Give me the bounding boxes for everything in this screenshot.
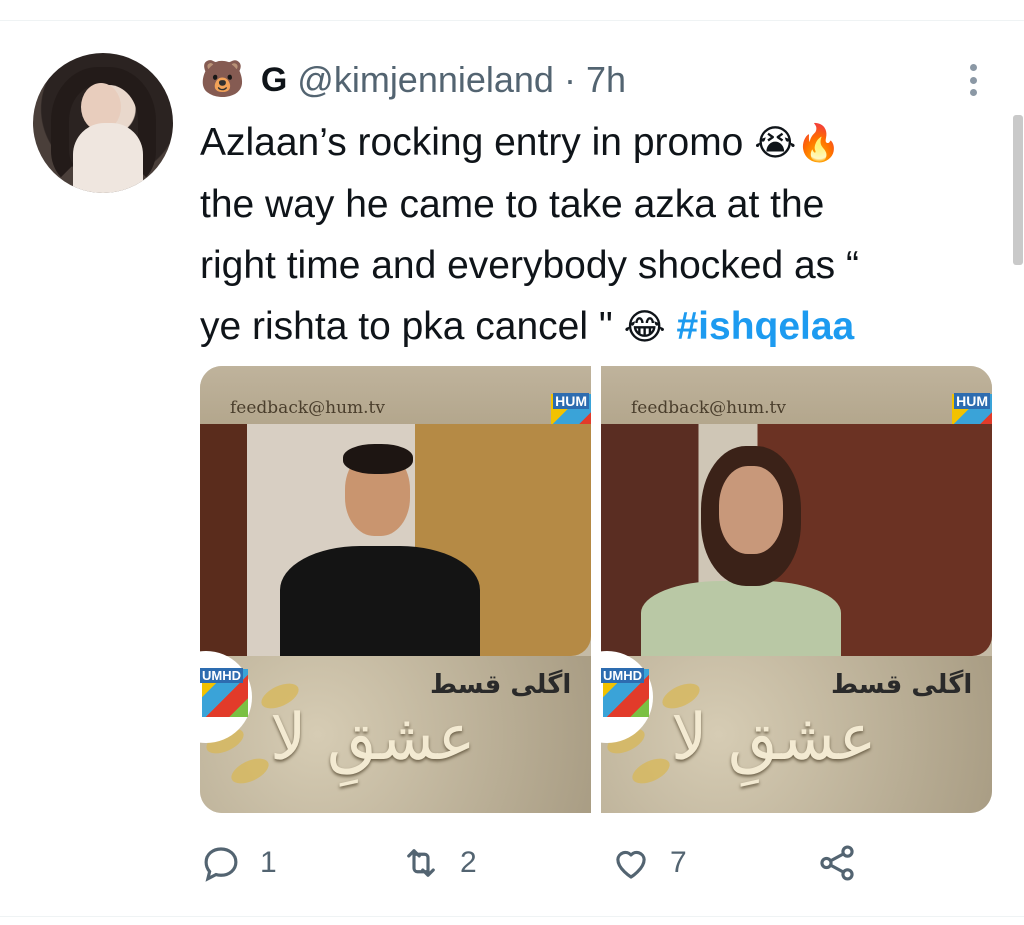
retweet-icon xyxy=(407,849,435,877)
hum-logo-text: HUM xyxy=(954,393,990,409)
tweet-line-1: Azlaan’s rocking entry in promo 😭🔥 xyxy=(200,112,980,174)
display-name-emoji[interactable]: 🐻 xyxy=(200,58,245,102)
top-divider xyxy=(0,20,1024,21)
woman-body xyxy=(641,581,841,661)
more-dot xyxy=(969,64,977,71)
user-handle[interactable]: @kimjennieland xyxy=(297,59,554,101)
hum-hd-logo-text: UMHD xyxy=(601,668,644,683)
image-email-text: feedback@hum.tv xyxy=(631,398,786,418)
woman-face xyxy=(719,466,783,554)
tweet-line-3: right time and everybody shocked as “ xyxy=(200,244,860,287)
media-image-right[interactable]: feedback@hum.tv HUM UMHD اگلی قسط عشقِ ل… xyxy=(601,366,992,813)
reply-button[interactable]: 1 xyxy=(200,838,277,888)
man-hair xyxy=(343,444,413,474)
separator-dot: · xyxy=(563,59,576,100)
image-email-text: feedback@hum.tv xyxy=(230,398,385,418)
reply-icon xyxy=(204,847,238,882)
man-body xyxy=(280,546,480,656)
next-episode-label: اگلی قسط xyxy=(831,670,973,700)
fire-emoji: 🔥 xyxy=(796,123,842,164)
hum-logo-text: HUM xyxy=(553,393,589,409)
tweet-media: feedback@hum.tv HUM UMHD اگلی قسط عشقِ ل… xyxy=(200,366,992,813)
more-options-icon[interactable] xyxy=(963,60,983,100)
hashtag-link[interactable]: #ishqelaa xyxy=(676,305,854,348)
display-name[interactable]: G xyxy=(261,61,287,100)
tweet-line-1-text: Azlaan’s rocking entry in promo xyxy=(200,121,744,164)
tweet-header: 🐻 G @kimjennieland · 7h xyxy=(200,58,626,102)
show-title-logo: عشقِ لا xyxy=(270,701,476,775)
crying-emoji: 😭 xyxy=(754,123,797,164)
share-icon xyxy=(820,845,854,881)
retweet-count: 2 xyxy=(460,846,477,879)
show-title-logo: عشقِ لا xyxy=(671,701,877,775)
tweet-line-2: the way he came to take azka at the xyxy=(200,183,825,226)
heart-icon xyxy=(616,850,646,879)
media-image-left[interactable]: feedback@hum.tv HUM UMHD اگلی قسط عشقِ ل… xyxy=(200,366,591,813)
retweet-button[interactable]: 2 xyxy=(400,838,477,888)
avatar-scarf xyxy=(73,123,143,193)
like-count: 7 xyxy=(670,846,687,879)
scrollbar[interactable] xyxy=(1013,115,1023,265)
share-button[interactable] xyxy=(816,838,858,888)
more-dot xyxy=(969,89,977,96)
avatar[interactable] xyxy=(33,53,173,193)
tweet-line-4: ye rishta to pka cancel " 😂 #ishqelaa xyxy=(200,296,980,358)
laughing-emoji: 😂 xyxy=(623,307,666,348)
reply-count: 1 xyxy=(260,846,277,879)
next-episode-label: اگلی قسط xyxy=(430,670,572,700)
like-button[interactable]: 7 xyxy=(610,838,687,888)
tweet-time[interactable]: 7h xyxy=(586,59,626,101)
tweet-line-4-text: ye rishta to pka cancel " xyxy=(200,305,613,348)
bottom-divider xyxy=(0,916,1024,917)
more-dot xyxy=(969,76,977,84)
tweet-text: Azlaan’s rocking entry in promo 😭🔥 the w… xyxy=(200,112,980,358)
tweet-actions: 1 2 7 xyxy=(200,838,900,888)
hum-hd-logo-text: UMHD xyxy=(200,668,243,683)
